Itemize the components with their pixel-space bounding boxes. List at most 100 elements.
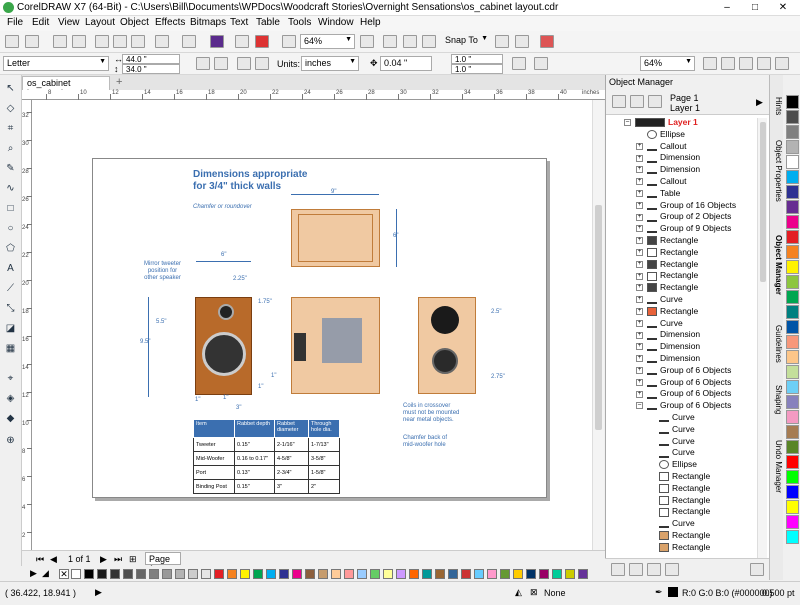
color-swatch[interactable] <box>786 365 799 379</box>
open-folder-icon[interactable] <box>25 35 39 48</box>
options-icon[interactable] <box>534 57 548 70</box>
object-tree-item[interactable]: + Dimension <box>636 329 700 341</box>
object-tree-item[interactable]: Curve <box>648 412 695 424</box>
menu-help[interactable]: Help <box>360 17 381 28</box>
color-swatch[interactable] <box>227 569 237 579</box>
object-tree-item[interactable]: + Rectangle <box>636 247 698 259</box>
zoom-tool-icon[interactable]: ⌕ <box>4 143 17 155</box>
expand-icon[interactable]: + <box>636 178 643 186</box>
color-swatch[interactable] <box>409 569 419 579</box>
rabbet-spec-table[interactable]: Item Rabbet depth Rabbet diameter Throug… <box>193 419 340 494</box>
units-combo[interactable]: inches ▼ <box>301 56 359 71</box>
color-swatch[interactable] <box>123 569 133 579</box>
maximize-button[interactable]: □ <box>742 0 768 15</box>
color-swatch[interactable] <box>565 569 575 579</box>
object-tree-item[interactable]: + Group of 16 Objects <box>636 200 736 212</box>
new-master-layer-icon[interactable] <box>629 563 643 576</box>
new-master-layer-all-icon[interactable] <box>647 563 661 576</box>
color-swatch[interactable] <box>786 305 799 319</box>
zoom-out-icon[interactable] <box>721 57 735 70</box>
object-tree-item[interactable]: Ellipse <box>636 129 685 141</box>
color-swatch[interactable] <box>786 455 799 469</box>
object-tree-item[interactable]: + Group of 6 Objects <box>636 388 731 400</box>
landscape-icon[interactable] <box>214 57 228 70</box>
snap-to-dropdown[interactable]: Snap To ▼ <box>442 34 490 49</box>
menu-effects[interactable]: Effects <box>155 17 185 28</box>
expand-icon[interactable]: + <box>636 331 643 339</box>
scrollbar-thumb[interactable] <box>595 205 602 430</box>
color-swatch[interactable] <box>305 569 315 579</box>
delete-layer-icon[interactable] <box>750 563 764 576</box>
color-swatch[interactable] <box>149 569 159 579</box>
color-swatch[interactable] <box>97 569 107 579</box>
color-swatch[interactable] <box>786 230 799 244</box>
expand-icon[interactable]: + <box>636 213 643 221</box>
full-screen-preview-icon[interactable] <box>360 35 374 48</box>
color-swatch[interactable] <box>331 569 341 579</box>
color-swatch[interactable] <box>786 110 799 124</box>
color-swatch[interactable] <box>240 569 250 579</box>
prev-page-icon[interactable]: ◀ <box>50 554 57 565</box>
expand-icon[interactable]: + <box>636 237 643 245</box>
object-tree-item[interactable]: + Rectangle <box>636 282 698 294</box>
expand-icon[interactable]: + <box>636 355 643 363</box>
color-swatch[interactable] <box>136 569 146 579</box>
pick-tool-icon[interactable]: ↖ <box>4 83 17 95</box>
duplicate-y-field[interactable]: 1.0 " <box>451 64 503 74</box>
canvas-vertical-scrollbar[interactable] <box>592 100 604 550</box>
scrollbar-thumb[interactable] <box>760 122 766 282</box>
docker-tab-object-properties[interactable]: Object Properties <box>771 140 783 202</box>
color-swatch[interactable] <box>513 569 523 579</box>
play-icon[interactable]: ▶ <box>95 587 102 598</box>
expand-icon[interactable]: + <box>636 272 643 280</box>
menu-window[interactable]: Window <box>318 17 354 28</box>
object-tree-item[interactable]: + Dimension <box>636 353 700 365</box>
docker-tab-undo-manager[interactable]: Undo Manager <box>771 440 783 493</box>
paste-icon[interactable] <box>131 35 145 48</box>
rectangle-tool-icon[interactable]: □ <box>4 203 17 215</box>
color-swatch[interactable] <box>786 380 799 394</box>
color-swatch[interactable] <box>786 335 799 349</box>
cut-icon[interactable] <box>95 35 109 48</box>
page-width-field[interactable]: 44.0 " <box>122 54 180 64</box>
color-swatch[interactable] <box>786 275 799 289</box>
crop-tool-icon[interactable]: ⌗ <box>4 123 17 135</box>
object-tree-item[interactable]: Curve <box>648 436 695 448</box>
docker-menu-icon[interactable]: ▶ <box>756 97 763 108</box>
color-swatch[interactable] <box>786 410 799 424</box>
expand-icon[interactable]: + <box>636 319 643 327</box>
object-tree-item[interactable]: Curve <box>648 447 695 459</box>
object-tree-item[interactable]: + Group of 6 Objects <box>636 377 731 389</box>
expand-icon[interactable]: + <box>636 296 643 304</box>
color-swatch[interactable] <box>188 569 198 579</box>
color-swatch[interactable] <box>292 569 302 579</box>
smart-fill-icon[interactable]: ∿ <box>4 183 17 195</box>
color-swatch[interactable] <box>396 569 406 579</box>
document-page[interactable]: Dimensions appropriate for 3/4" thick wa… <box>92 158 547 498</box>
color-swatch[interactable] <box>526 569 536 579</box>
object-tree-item[interactable]: + Rectangle <box>636 270 698 282</box>
page-tab[interactable]: Page 1 <box>145 552 181 574</box>
move-layer-icon[interactable] <box>665 563 679 576</box>
collapse-icon[interactable]: – <box>624 119 631 127</box>
object-tree-item[interactable]: – Layer 1 <box>624 117 698 129</box>
show-properties-icon[interactable] <box>612 95 626 108</box>
add-page-icon[interactable]: ⊞ <box>129 554 137 565</box>
document-tab[interactable]: os_cabinet layout.cdr ✕ <box>22 76 110 98</box>
eyedropper-icon[interactable]: ⌖ <box>4 373 17 385</box>
zoom-level-combo-2[interactable]: 64% ▼ <box>640 56 695 71</box>
close-button[interactable]: ✕ <box>770 0 796 15</box>
print-icon[interactable] <box>72 35 86 48</box>
horizontal-ruler[interactable]: 8 10 12 14 16 18 20 22 24 26 28 30 32 34 36 38 40 inches <box>22 90 605 100</box>
object-tree-item[interactable]: + Group of 2 Objects <box>636 211 731 223</box>
new-layer-icon[interactable] <box>611 563 625 576</box>
show-rulers-icon[interactable] <box>383 35 397 48</box>
color-swatch[interactable] <box>578 569 588 579</box>
menu-edit[interactable]: Edit <box>32 17 49 28</box>
zoom-in-icon[interactable] <box>703 57 717 70</box>
object-tree-item[interactable]: + Dimension <box>636 152 700 164</box>
color-swatch[interactable] <box>786 125 799 139</box>
interactive-fill-icon[interactable]: ◈ <box>4 393 17 405</box>
current-page-icon[interactable] <box>255 57 269 70</box>
expand-icon[interactable]: + <box>636 142 643 150</box>
